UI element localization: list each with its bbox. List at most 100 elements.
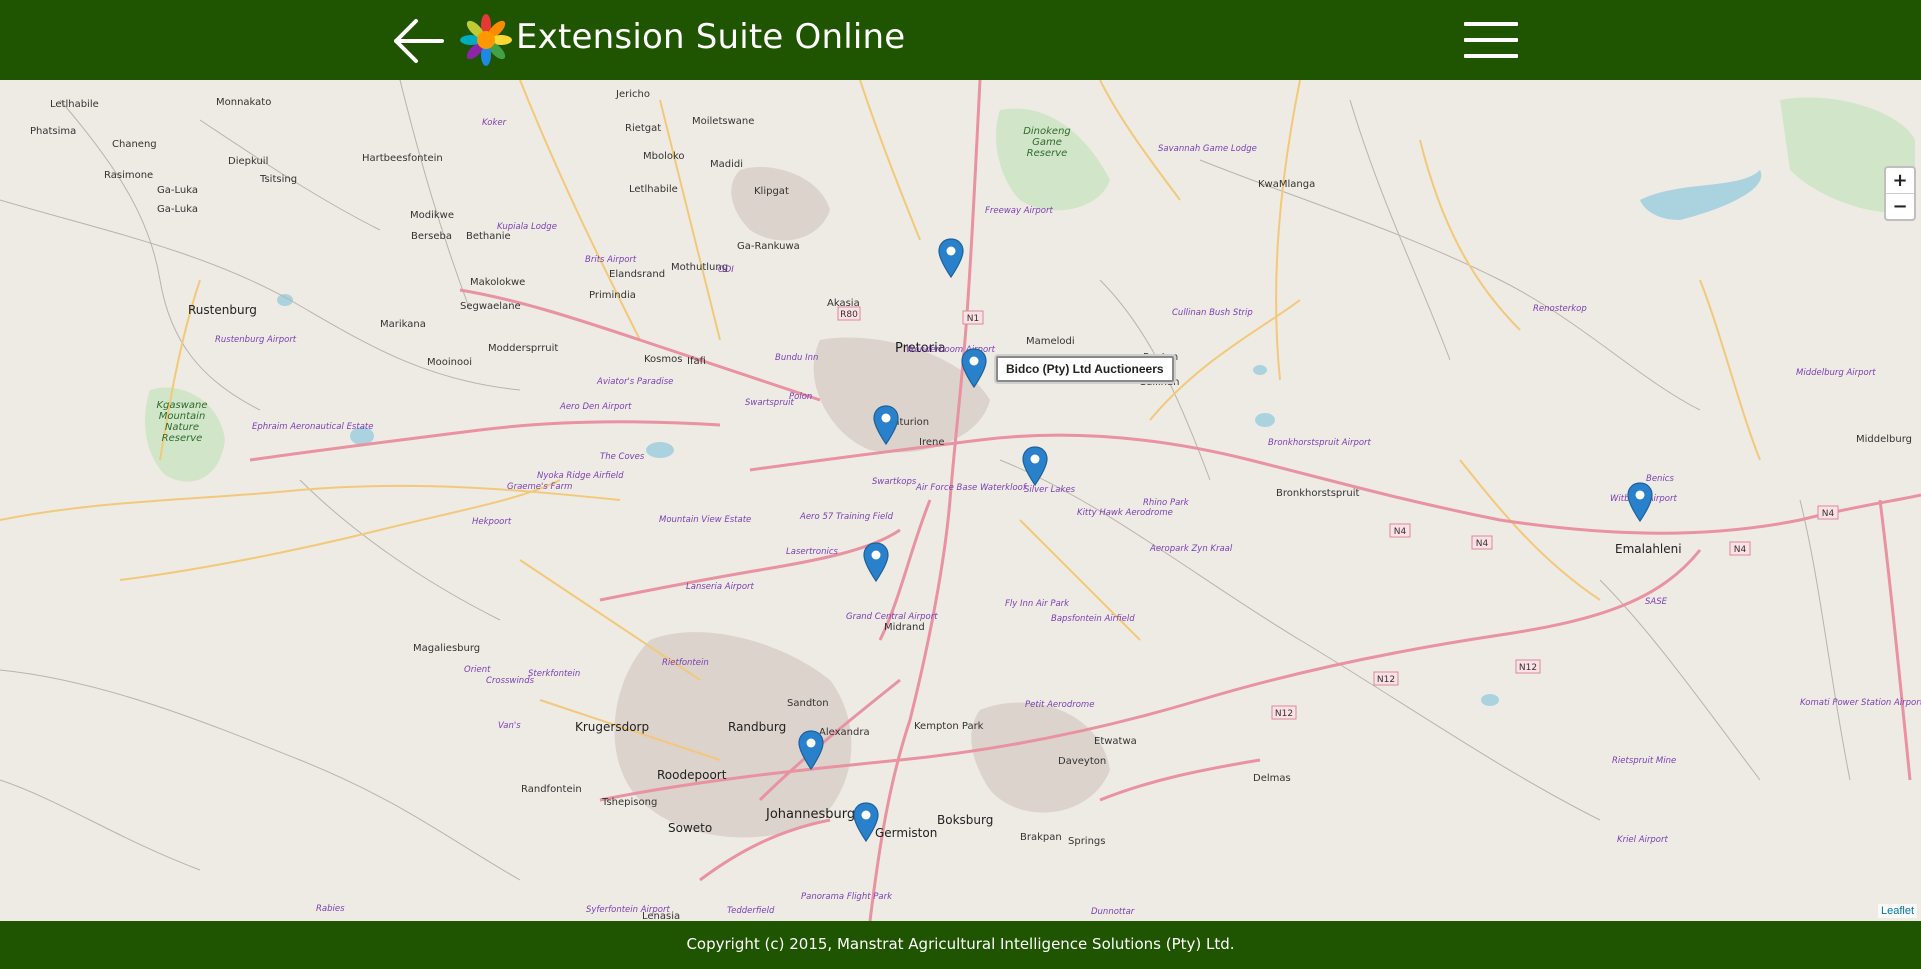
place-label: Daveyton: [1058, 756, 1107, 767]
airport-label: Savannah Game Lodge: [1158, 144, 1257, 154]
airport-label: Aviator's Paradise: [597, 377, 674, 387]
app-footer: Copyright (c) 2015, Manstrat Agricultura…: [0, 921, 1921, 969]
map-marker[interactable]: [873, 405, 899, 445]
airport-label: Aero 57 Training Field: [800, 512, 894, 522]
hamburger-menu-icon: [1464, 22, 1518, 26]
arrow-left-icon: [394, 19, 444, 63]
airport-label: ODI: [718, 265, 734, 275]
airport-label: Bronkhorstspruit Airport: [1268, 438, 1371, 448]
park-label: Dinokeng Game Reserve: [1023, 126, 1071, 159]
airport-label: Swartspruit: [745, 398, 794, 408]
airport-label: Petit Aerodrome: [1025, 700, 1095, 710]
place-label: Rietgat: [625, 123, 662, 134]
place-label: Phatsima: [30, 126, 77, 137]
place-label: Rasimone: [104, 170, 154, 181]
airport-label: Ephraim Aeronautical Estate: [252, 422, 374, 432]
airport-label: Tedderfield: [727, 906, 775, 916]
airport-label: Bapsfontein Airfield: [1051, 614, 1135, 624]
place-label: Randburg: [728, 720, 787, 734]
map-marker[interactable]: [863, 542, 889, 582]
place-label: Krugersdorp: [575, 720, 650, 734]
airport-label: Panorama Flight Park: [801, 892, 892, 902]
airport-label: Sterkfontein: [528, 669, 581, 679]
place-label: KwaMlanga: [1258, 179, 1316, 190]
place-label: Randfontein: [521, 784, 582, 795]
place-label: Germiston: [875, 826, 938, 840]
place-label: Chaneng: [112, 139, 157, 150]
airport-label: Graeme's Farm: [507, 482, 573, 492]
airport-label: Silver Lakes: [1024, 485, 1076, 495]
place-label: Klipgat: [754, 186, 789, 197]
place-label: Letlhabile: [50, 99, 99, 110]
airport-label: Nyoka Ridge Airfield: [537, 471, 624, 481]
place-label: Soweto: [668, 821, 713, 835]
app-title: Extension Suite Online: [516, 17, 906, 57]
marker-tooltip: Bidco (Pty) Ltd Auctioneers: [996, 356, 1174, 382]
place-label: Ga-Luka: [157, 185, 198, 196]
airport-label: Crosswinds: [486, 676, 535, 686]
place-label: Primindia: [589, 290, 636, 301]
place-label: Tsitsing: [260, 174, 298, 185]
place-label: Berseba: [411, 231, 452, 242]
menu-button[interactable]: [1464, 20, 1520, 60]
place-label: Moddersprruit: [488, 343, 559, 354]
map-marker[interactable]: [853, 802, 879, 842]
place-label: Bronkhorstspruit: [1276, 488, 1360, 499]
airport-label: Lasertronics: [786, 547, 838, 557]
park-label: Kgaswane Mountain Nature Reserve: [156, 400, 208, 444]
airport-label: Middelburg Airport: [1796, 368, 1876, 378]
leaflet-attribution-link[interactable]: Leaflet: [1878, 904, 1918, 918]
place-label: Delmas: [1253, 773, 1291, 784]
place-label: Segwaelane: [460, 301, 521, 312]
airport-label: Lanseria Airport: [686, 582, 754, 592]
place-label: Modikwe: [410, 210, 454, 221]
place-label: Brakpan: [1020, 832, 1062, 843]
place-label: Hartbeesfontein: [362, 153, 443, 164]
airport-label: Van's: [498, 721, 521, 731]
place-label: Mooinooi: [427, 357, 472, 368]
app-header: Extension Suite Online: [0, 0, 1921, 80]
map-marker[interactable]: [1022, 446, 1048, 486]
place-label: Johannesburg: [766, 807, 856, 822]
place-label: Roodepoort: [657, 768, 727, 782]
place-label: Emalahleni: [1615, 542, 1682, 556]
place-label: Rustenburg: [188, 303, 257, 317]
place-label: Tshepisong: [602, 797, 658, 808]
airport-label: Aeropark Zyn Kraal: [1150, 544, 1233, 554]
map-view[interactable]: Letlhabile Monnakato Phatsima Chaneng Di…: [0, 80, 1921, 921]
place-label: Bethanie: [466, 231, 511, 242]
airport-label: Polon: [789, 392, 813, 402]
zoom-out-button[interactable]: −: [1886, 194, 1914, 219]
place-label: Ifafi: [687, 356, 706, 367]
zoom-in-button[interactable]: +: [1886, 168, 1914, 194]
map-marker[interactable]: [798, 730, 824, 770]
airport-label: Rietfontein: [662, 658, 709, 668]
airport-label: Kriel Airport: [1617, 835, 1668, 845]
place-label: Magaliesburg: [413, 643, 481, 654]
airport-label: Hekpoort: [472, 517, 512, 527]
back-button[interactable]: [392, 18, 446, 64]
zoom-control: + −: [1884, 166, 1916, 221]
airport-label: SASE: [1645, 597, 1667, 607]
map-marker[interactable]: [961, 348, 987, 388]
airport-label: Rabies: [316, 904, 345, 914]
place-label: Boksburg: [937, 813, 994, 827]
place-label: Madidi: [710, 159, 744, 170]
airport-label: Aero Den Airport: [560, 402, 632, 412]
place-label: Middelburg: [1856, 434, 1913, 445]
airport-label: Koker: [482, 118, 507, 128]
map-marker[interactable]: [1627, 482, 1653, 522]
hamburger-menu-icon-bar: [1464, 54, 1518, 58]
airport-label: Rustenburg Airport: [215, 335, 297, 345]
copyright-text: Copyright (c) 2015, Manstrat Agricultura…: [686, 935, 1235, 953]
map-marker[interactable]: [938, 238, 964, 278]
place-label: Mamelodi: [1026, 336, 1075, 347]
airport-label: Komati Power Station Airport: [1800, 698, 1921, 708]
place-label: Moiletswane: [692, 116, 755, 127]
airport-label: Mountain View Estate: [659, 515, 752, 525]
place-label: Diepkuil: [228, 156, 269, 167]
place-label: Springs: [1068, 836, 1106, 847]
airport-label: Fly Inn Air Park: [1005, 599, 1070, 609]
place-label: Irene: [919, 437, 945, 448]
place-label: Mboloko: [643, 151, 685, 162]
